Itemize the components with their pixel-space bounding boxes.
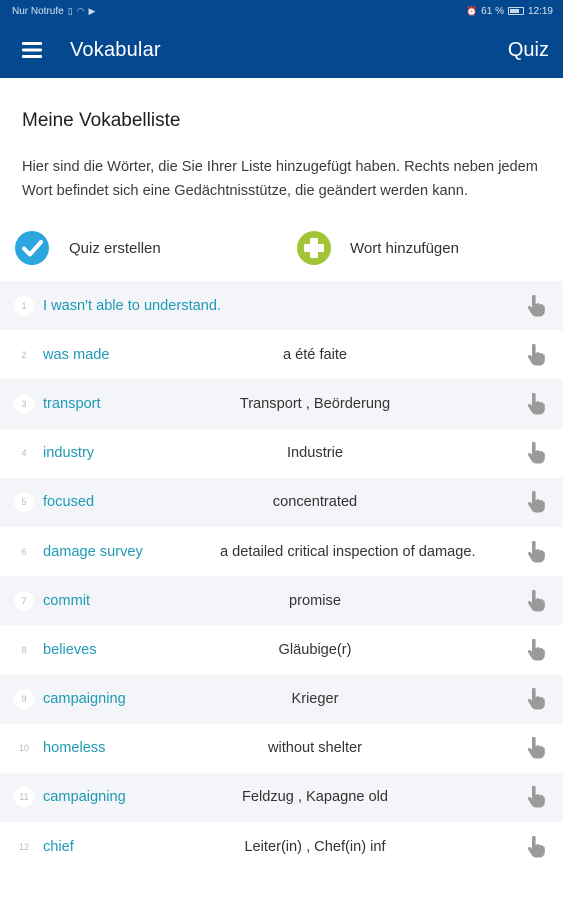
vocab-meaning: Transport , Beörderung [239, 395, 391, 412]
vocab-word[interactable]: transport [43, 396, 101, 412]
vocab-word[interactable]: was made [43, 347, 110, 363]
vocab-row[interactable]: 2 was made a été faite [0, 330, 563, 379]
vocab-word[interactable]: believes [43, 642, 97, 658]
page-description: Hier sind die Wörter, die Sie Ihrer List… [22, 159, 538, 199]
hand-pointer-icon [527, 638, 545, 661]
row-number: 6 [14, 541, 34, 562]
vocab-row[interactable]: 10 homeless without shelter [0, 724, 563, 773]
vocab-row[interactable]: 9 campaigning Krieger [0, 674, 563, 724]
vocab-word[interactable]: I wasn't able to understand. [43, 298, 221, 314]
create-quiz-label: Quiz erstellen [69, 239, 161, 257]
vocab-row[interactable]: 7 commit promise [0, 576, 563, 626]
vocab-meaning: a detailed critical inspection of damage… [220, 543, 476, 560]
vocab-row[interactable]: 11 campaigning Feldzug , Kapagne old [0, 772, 563, 823]
vocab-row[interactable]: 8 believes Gläubige(r) [0, 625, 563, 674]
hand-pointer-icon [527, 737, 545, 759]
edit-hint-button[interactable] [524, 735, 548, 761]
vocab-row[interactable]: 12 chief Leiter(in) , Chef(in) inf [0, 822, 563, 871]
edit-hint-button[interactable] [524, 539, 548, 565]
row-number: 3 [14, 393, 34, 414]
edit-hint-button[interactable] [524, 391, 548, 417]
vocab-word[interactable]: commit [43, 593, 90, 609]
battery-percent: 61 % [481, 5, 504, 17]
edit-hint-button[interactable] [524, 686, 548, 712]
row-number: 5 [14, 492, 34, 513]
play-icon: ▶ [88, 5, 96, 16]
edit-hint-button[interactable] [524, 784, 548, 810]
sim-icon: ▯ [67, 5, 73, 16]
hand-pointer-icon [527, 343, 545, 366]
row-number: 4 [14, 443, 34, 464]
action-bar: Quiz erstellen Wort hinzufügen [0, 228, 563, 268]
vocab-word[interactable]: industry [43, 445, 94, 461]
edit-hint-button[interactable] [524, 342, 548, 368]
battery-icon [507, 7, 524, 15]
menu-icon [22, 42, 42, 58]
vocab-row[interactable]: 3 transport Transport , Beörderung [0, 379, 563, 429]
row-number: 2 [14, 344, 34, 365]
quiz-button[interactable]: Quiz [508, 39, 549, 62]
hand-pointer-icon [527, 442, 545, 464]
vocab-list: 1 I wasn't able to understand. 2 was mad… [0, 281, 563, 871]
edit-hint-button[interactable] [524, 637, 548, 663]
app-bar: Vokabular Quiz [0, 22, 563, 78]
vocab-word[interactable]: damage survey [43, 544, 143, 560]
hand-pointer-icon [527, 589, 545, 612]
vocab-row[interactable]: 5 focused concentrated [0, 477, 563, 527]
row-number: 7 [14, 590, 34, 611]
vocab-word[interactable]: focused [43, 494, 94, 510]
hand-pointer-icon [527, 688, 545, 710]
plus-circle-icon [297, 231, 331, 265]
row-number: 10 [14, 738, 34, 759]
edit-hint-button[interactable] [524, 588, 548, 614]
row-number: 11 [14, 787, 34, 808]
add-word-button[interactable]: Wort hinzufügen [297, 228, 459, 268]
vocab-row[interactable]: 1 I wasn't able to understand. [0, 281, 563, 331]
menu-button[interactable] [0, 22, 64, 78]
add-word-label: Wort hinzufügen [350, 239, 459, 257]
row-number: 12 [14, 836, 34, 857]
vocab-meaning: Feldzug , Kapagne old [241, 789, 389, 806]
hand-pointer-icon [527, 294, 545, 317]
hand-pointer-icon [527, 392, 545, 415]
checkmark-circle-icon [15, 231, 49, 265]
hand-pointer-icon [527, 491, 545, 513]
hand-pointer-icon [527, 835, 545, 858]
vocab-meaning: without shelter [267, 740, 363, 757]
clock-time: 12:19 [527, 5, 553, 17]
vocab-meaning: Gläubige(r) [278, 641, 352, 658]
row-number: 1 [14, 295, 34, 316]
vocab-meaning: Krieger [291, 691, 339, 708]
alarm-icon: ⏰ [465, 5, 478, 16]
edit-hint-button[interactable] [524, 834, 548, 860]
page-title: Meine Vokabelliste [22, 110, 181, 131]
edit-hint-button[interactable] [524, 489, 548, 515]
hand-pointer-icon [527, 540, 545, 563]
status-bar: Nur Notrufe ▯ ◠ ▶ ⏰ 61 % 12:19 [0, 0, 563, 22]
wifi-icon: ◠ [76, 5, 85, 16]
app-title: Vokabular [70, 38, 161, 61]
vocab-meaning: a été faite [282, 346, 348, 363]
vocab-meaning: Leiter(in) , Chef(in) inf [244, 838, 386, 855]
row-number: 8 [14, 639, 34, 660]
vocab-word[interactable]: campaigning [43, 789, 126, 805]
vocab-row[interactable]: 6 damage survey a detailed critical insp… [0, 527, 563, 576]
carrier-text: Nur Notrufe [12, 5, 64, 17]
vocab-word[interactable]: homeless [43, 740, 105, 756]
vocab-word[interactable]: campaigning [43, 691, 126, 707]
create-quiz-button[interactable]: Quiz erstellen [15, 228, 161, 268]
vocab-word[interactable]: chief [43, 839, 74, 855]
edit-hint-button[interactable] [524, 293, 548, 319]
hand-pointer-icon [527, 786, 545, 808]
vocab-meaning: Industrie [287, 445, 343, 462]
row-number: 9 [14, 689, 34, 710]
vocab-row[interactable]: 4 industry Industrie [0, 429, 563, 478]
vocab-meaning: promise [289, 592, 341, 609]
vocab-meaning: concentrated [272, 494, 358, 511]
edit-hint-button[interactable] [524, 440, 548, 466]
